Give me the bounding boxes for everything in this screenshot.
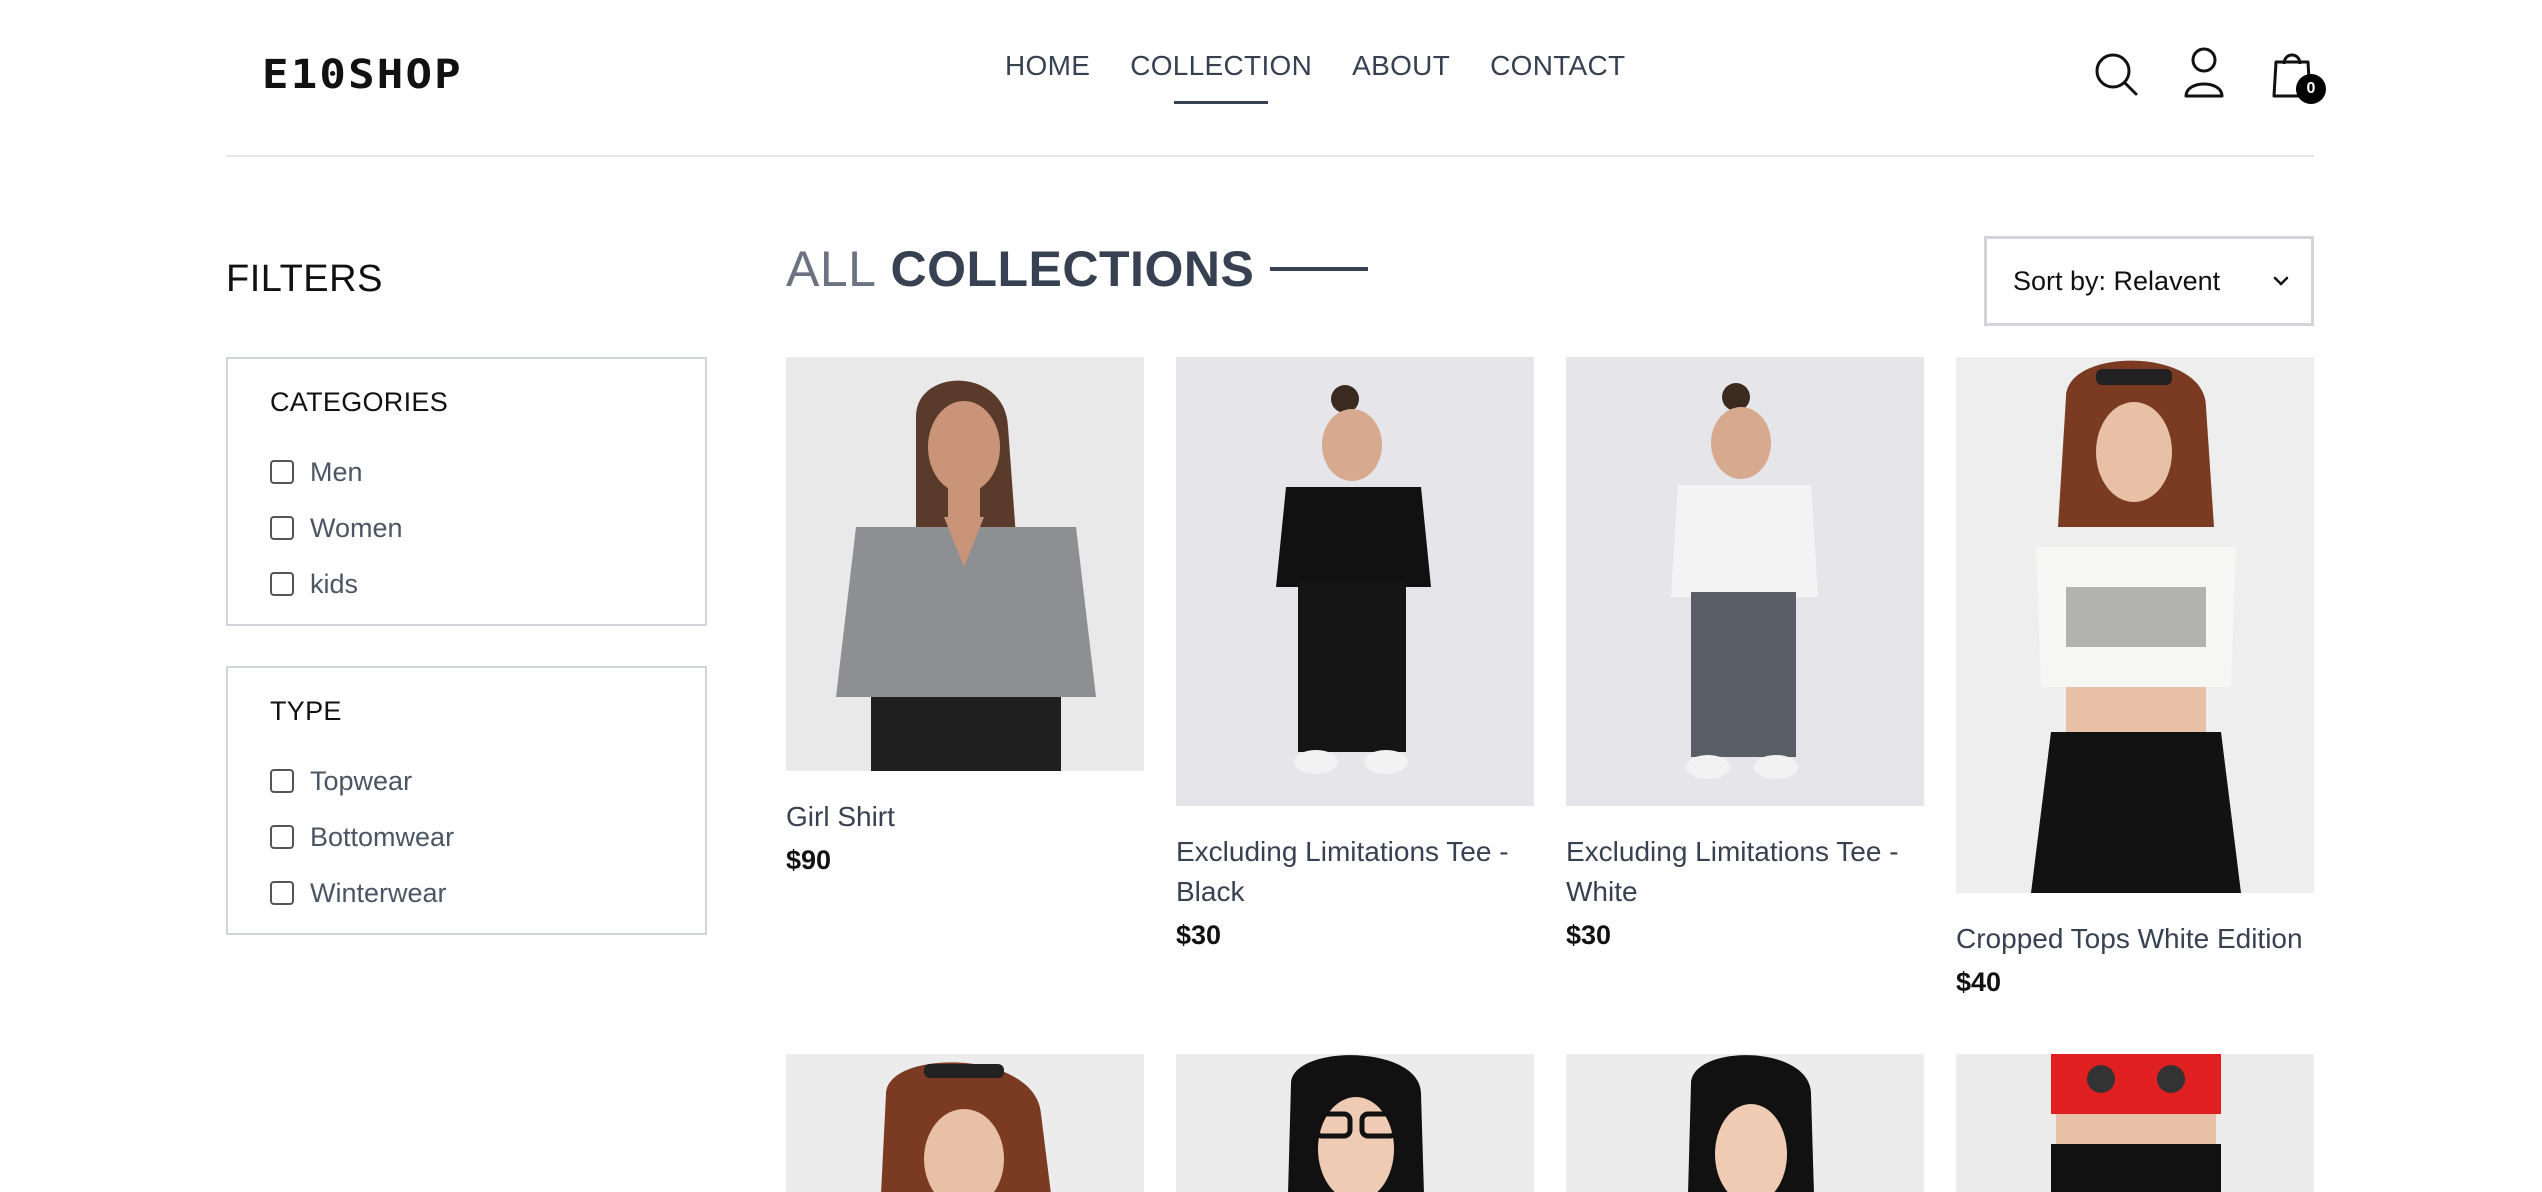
filter-option-men[interactable]: Men: [270, 444, 705, 500]
filter-label: Women: [310, 512, 403, 543]
filter-label: Bottomwear: [310, 821, 455, 852]
type-heading: TYPE: [270, 696, 342, 726]
filter-label: Winterwear: [310, 877, 447, 908]
product-price: $30: [1566, 920, 1612, 950]
user-icon[interactable]: [2182, 44, 2226, 100]
cart-icon[interactable]: 0: [2270, 44, 2326, 104]
product-price: $40: [1956, 967, 2002, 997]
product-name[interactable]: Girl Shirt: [786, 797, 1144, 837]
main-nav: HOME COLLECTION ABOUT CONTACT: [1005, 50, 1625, 104]
product-name[interactable]: Excluding Limitations Tee - Black: [1176, 832, 1534, 912]
product-card[interactable]: [1566, 1054, 1924, 1192]
filter-label: Men: [310, 456, 363, 487]
logo[interactable]: E10SHOP: [262, 52, 463, 98]
categories-filter: CATEGORIES Men Women kids: [226, 357, 707, 626]
checkbox[interactable]: [270, 572, 294, 596]
product-card[interactable]: Cropped Tops White Edition $40: [1956, 357, 2314, 998]
product-image[interactable]: [1566, 1054, 1924, 1192]
product-card[interactable]: Girl Shirt $90: [786, 357, 1144, 876]
product-price: $90: [786, 845, 832, 875]
product-image[interactable]: [1566, 357, 1924, 806]
title-bold: COLLECTIONS: [890, 241, 1255, 297]
categories-heading: CATEGORIES: [270, 387, 449, 417]
product-card[interactable]: Excluding Limitations Tee - Black $30: [1176, 357, 1534, 951]
filter-label: kids: [310, 568, 359, 599]
product-card[interactable]: [1176, 1054, 1534, 1192]
page-title: ALL COLLECTIONS: [786, 240, 1369, 298]
filter-option-kids[interactable]: kids: [270, 556, 705, 612]
checkbox[interactable]: [270, 516, 294, 540]
nav-about[interactable]: ABOUT: [1352, 50, 1450, 82]
product-card[interactable]: Excluding Limitations Tee - White $30: [1566, 357, 1924, 951]
cart-count-badge: 0: [2296, 74, 2326, 104]
checkbox[interactable]: [270, 460, 294, 484]
title-underline: [1270, 267, 1369, 271]
filter-option-bottomwear[interactable]: Bottomwear: [270, 809, 705, 865]
sort-label: Sort by: Relavent: [2013, 265, 2221, 296]
title-light: ALL: [786, 241, 877, 297]
sort-select[interactable]: Sort by: Relavent: [1984, 236, 2314, 326]
filter-option-topwear[interactable]: Topwear: [270, 753, 705, 809]
product-image[interactable]: [786, 357, 1144, 771]
nav-home[interactable]: HOME: [1005, 50, 1090, 82]
chevron-down-icon: [2273, 276, 2289, 286]
product-image[interactable]: [1176, 357, 1534, 806]
nav-collection[interactable]: COLLECTION: [1130, 50, 1312, 104]
product-price: $30: [1176, 920, 1222, 950]
product-card[interactable]: [786, 1054, 1144, 1192]
header-icons: 0: [2094, 44, 2326, 104]
filter-option-women[interactable]: Women: [270, 500, 705, 556]
product-image[interactable]: [1956, 357, 2314, 893]
product-image[interactable]: [786, 1054, 1144, 1192]
type-filter: TYPE Topwear Bottomwear Winterwear: [226, 666, 707, 935]
checkbox[interactable]: [270, 769, 294, 793]
product-image[interactable]: [1956, 1054, 2314, 1192]
checkbox[interactable]: [270, 881, 294, 905]
filters-title[interactable]: FILTERS: [226, 258, 383, 301]
nav-contact[interactable]: CONTACT: [1490, 50, 1625, 82]
product-name[interactable]: Excluding Limitations Tee - White: [1566, 832, 1924, 912]
search-icon[interactable]: [2094, 44, 2138, 100]
checkbox[interactable]: [270, 825, 294, 849]
product-card[interactable]: [1956, 1054, 2314, 1192]
filter-label: Topwear: [310, 765, 413, 796]
product-image[interactable]: [1176, 1054, 1534, 1192]
filter-option-winterwear[interactable]: Winterwear: [270, 865, 705, 921]
site-header: E10SHOP HOME COLLECTION ABOUT CONTACT 0: [226, 0, 2326, 157]
product-name[interactable]: Cropped Tops White Edition: [1956, 919, 2314, 959]
